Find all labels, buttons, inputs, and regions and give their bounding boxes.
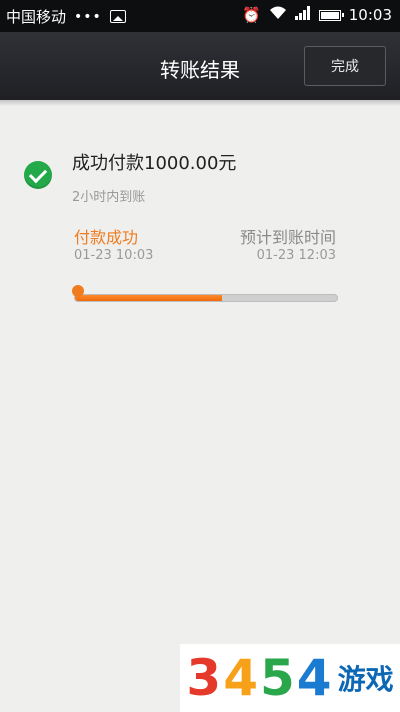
navigation-bar: 转账结果 完成 [0,32,400,100]
watermark-text: 游戏 [337,663,394,696]
notification-dots: ••• [74,8,102,25]
alarm-icon: ⏰ [242,6,261,24]
payment-result-text: 成功付款1000.00元 [72,153,237,174]
watermark-logo: 3 4 5 4 游戏 [180,644,400,712]
watermark-digit: 4 [223,649,258,707]
arrival-estimate-text: 2小时内到账 [72,190,146,205]
progress-fill [75,295,222,301]
wifi-icon [269,6,287,24]
status-right: ⏰ 10:03 [242,6,392,24]
status-bar: 中国移动 ••• ⏰ 10:03 [0,0,400,32]
image-notification-icon [109,10,126,23]
watermark-digit: 3 [186,649,222,707]
watermark-digit: 5 [259,649,295,707]
carrier-name: 中国移动 [6,8,67,26]
status-left: 中国移动 ••• [6,6,126,27]
expected-arrival-label: 预计到账时间 [239,228,336,247]
signal-icon [294,6,311,24]
payment-success-label: 付款成功 [74,228,139,247]
done-button[interactable]: 完成 [304,46,386,86]
check-circle-icon [24,161,52,189]
battery-icon [318,9,344,21]
payment-time: 01-23 10:03 [74,248,154,263]
transfer-progress-bar [74,294,338,302]
clock-time: 10:03 [348,6,392,24]
watermark-digit: 4 [296,649,332,707]
expected-arrival-time: 01-23 12:03 [256,248,336,263]
nav-shadow [0,100,400,106]
